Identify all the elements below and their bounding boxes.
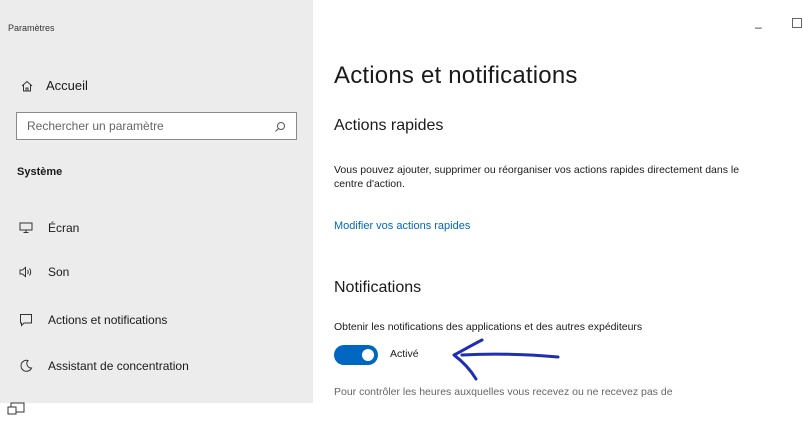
sidebar: Paramètres Accueil Système Écran Son Act… [0, 0, 313, 403]
sidebar-item-home[interactable]: Accueil [20, 78, 88, 93]
sidebar-item-assistant-concentration[interactable]: Assistant de concentration [18, 356, 189, 376]
sidebar-item-label: Son [48, 265, 70, 279]
sidebar-section-label: Système [17, 166, 63, 178]
monitor-icon [18, 220, 34, 236]
toggle-knob [362, 349, 374, 361]
sidebar-item-label: Accueil [46, 78, 88, 93]
notifications-heading: Notifications [334, 279, 422, 296]
sidebar-item-son[interactable]: Son [18, 262, 69, 282]
search-icon[interactable] [274, 120, 286, 132]
quick-actions-description: Vous pouvez ajouter, supprimer ou réorga… [334, 164, 740, 190]
minimize-button[interactable]: – [755, 20, 762, 34]
sidebar-item-ecran[interactable]: Écran [18, 218, 79, 238]
maximize-button[interactable] [792, 18, 802, 28]
sidebar-item-label: Actions et notifications [48, 313, 168, 327]
home-icon [20, 79, 34, 93]
search-input[interactable] [27, 119, 274, 133]
quick-actions-heading: Actions rapides [334, 117, 444, 134]
sidebar-item-label: Assistant de concentration [48, 359, 189, 373]
sidebar-item-actions-notifications[interactable]: Actions et notifications [18, 310, 167, 330]
toggle-state-label: Activé [390, 348, 419, 360]
sidebar-item-label: Écran [48, 221, 80, 235]
annotation-arrow-icon [452, 338, 560, 381]
page-title: Actions et notifications [334, 62, 578, 89]
notification-icon [18, 312, 34, 328]
speaker-icon [18, 264, 34, 280]
edit-quick-actions-link[interactable]: Modifier vos actions rapides [334, 220, 470, 232]
search-box[interactable] [16, 112, 297, 140]
notifications-toggle[interactable] [334, 345, 378, 365]
notifications-toggle-description: Obtenir les notifications des applicatio… [334, 321, 643, 333]
window-title: Paramètres [8, 23, 55, 33]
moon-icon [18, 358, 34, 374]
taskbar-app-icon[interactable] [6, 401, 26, 417]
notifications-hours-text: Pour contrôler les heures auxquelles vou… [334, 386, 673, 398]
